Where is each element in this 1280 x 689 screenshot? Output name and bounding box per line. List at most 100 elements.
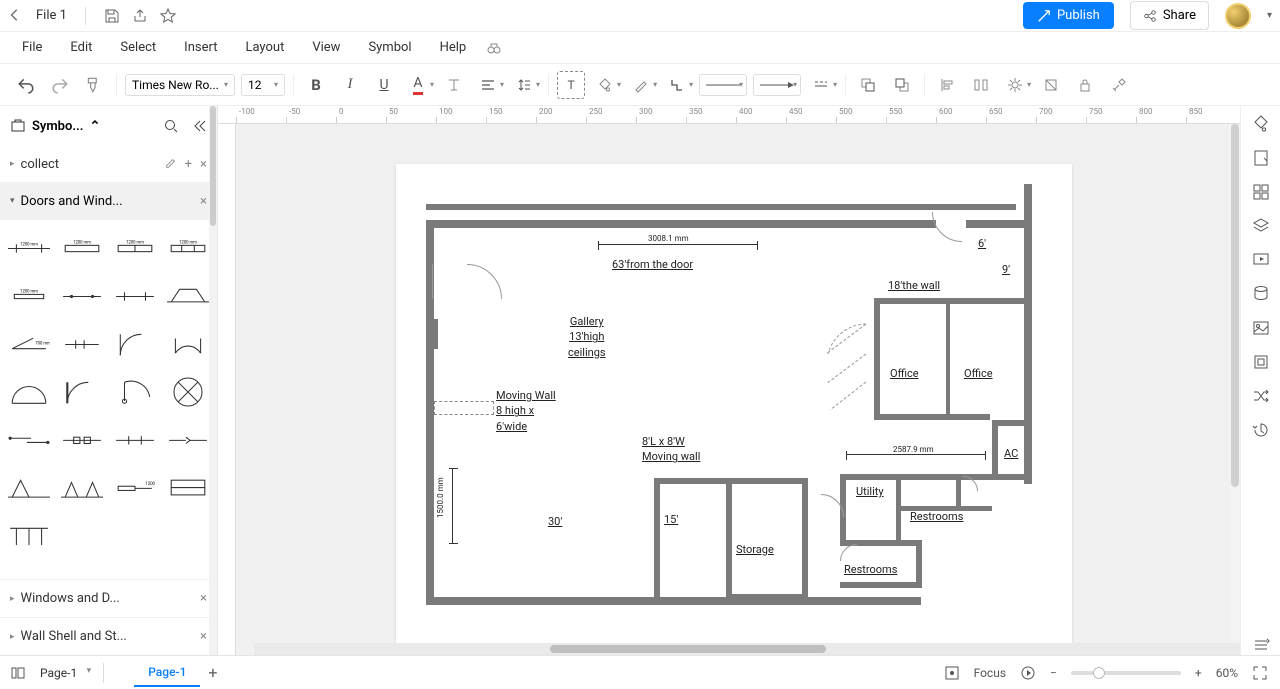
dimension-line[interactable] <box>846 454 986 455</box>
chevron-down-icon[interactable]: ▾ <box>689 80 693 89</box>
bold-button[interactable]: B <box>302 71 330 99</box>
door-arc[interactable] <box>432 264 502 334</box>
avatar[interactable] <box>1225 3 1251 29</box>
line-color-button[interactable] <box>627 71 655 99</box>
plus-icon[interactable]: + <box>185 157 192 172</box>
font-size-select[interactable]: 12▾ <box>241 74 285 96</box>
wall[interactable] <box>732 478 802 484</box>
symbol-door-label[interactable]: 700 mm <box>6 324 53 364</box>
wall[interactable] <box>956 478 961 508</box>
dashed-doors[interactable] <box>816 314 872 414</box>
label-15[interactable]: 15' <box>664 512 678 527</box>
label-restrooms-2[interactable]: Restrooms <box>844 562 897 577</box>
menu-symbol[interactable]: Symbol <box>354 34 425 61</box>
play-icon[interactable] <box>1020 665 1036 681</box>
zoom-slider[interactable] <box>1071 671 1181 675</box>
page-setup-icon[interactable] <box>1251 148 1271 168</box>
export-icon[interactable] <box>132 8 148 24</box>
wall[interactable] <box>732 594 808 600</box>
wall[interactable] <box>654 478 732 484</box>
share-button[interactable]: Share <box>1130 1 1209 30</box>
back-button[interactable] <box>8 8 24 24</box>
chevron-down-icon[interactable]: ▾ <box>430 80 434 89</box>
chevron-down-icon[interactable]: ▾ <box>1027 80 1031 89</box>
line-weight-select[interactable]: ▾ <box>699 74 747 96</box>
doors-windows-section[interactable]: ▾Doors and Wind... × <box>0 182 217 220</box>
door-arc[interactable] <box>932 182 992 242</box>
symbol-opening-2[interactable]: 1200 mm <box>59 228 106 268</box>
label-63[interactable]: 63'from the door <box>612 257 693 272</box>
focus-icon[interactable] <box>944 665 960 681</box>
canvas-h-scrollbar[interactable] <box>254 643 1240 655</box>
collapse-rail-icon[interactable] <box>1251 635 1271 655</box>
dimension-line[interactable] <box>452 468 453 544</box>
binoculars-icon[interactable] <box>486 40 502 56</box>
send-back-button[interactable] <box>854 71 882 99</box>
symbol-bifold-2[interactable] <box>59 468 106 508</box>
menu-file[interactable]: File <box>8 34 56 61</box>
wall[interactable] <box>802 478 808 600</box>
symbol-bifold-1[interactable] <box>6 468 53 508</box>
label-office-2[interactable]: Office <box>964 366 993 381</box>
chevron-down-icon[interactable]: ▾ <box>536 80 540 89</box>
wall[interactable] <box>426 597 921 605</box>
page-select[interactable]: Page-1 ▾ <box>34 663 95 683</box>
canvas[interactable]: 3008.1 mm 63'from the door 6' 9' 18'the … <box>236 124 1240 655</box>
menu-help[interactable]: Help <box>426 34 481 61</box>
wall[interactable] <box>916 540 922 588</box>
menu-layout[interactable]: Layout <box>231 34 298 61</box>
symbol-window-2[interactable] <box>59 276 106 316</box>
font-family-select[interactable]: Times New Ro...▾ <box>125 74 235 96</box>
wall[interactable] <box>426 220 936 228</box>
wall[interactable] <box>992 420 998 478</box>
panel-scrollbar[interactable] <box>209 106 217 655</box>
symbol-pocket-1[interactable]: 1200 mm <box>112 468 159 508</box>
bring-front-button[interactable] <box>888 71 916 99</box>
redo-button[interactable] <box>46 71 74 99</box>
symbol-opening-3[interactable]: 1200 mm <box>112 228 159 268</box>
windows-doors-section[interactable]: ▸Windows and D... × <box>0 579 217 617</box>
zoom-out-button[interactable]: − <box>1050 666 1057 680</box>
arrow-style-select[interactable]: ▾ <box>753 74 801 96</box>
lock-button[interactable] <box>1071 71 1099 99</box>
close-icon[interactable]: × <box>200 591 207 606</box>
wall[interactable] <box>1024 184 1032 484</box>
symbol-window-bay[interactable] <box>164 276 211 316</box>
wall[interactable] <box>654 478 660 600</box>
line-dash-button[interactable] <box>807 71 835 99</box>
menu-edit[interactable]: Edit <box>56 34 106 61</box>
door-arc[interactable] <box>948 476 978 506</box>
wall[interactable] <box>946 302 950 416</box>
data-icon[interactable] <box>1251 284 1271 304</box>
wall[interactable] <box>874 414 990 420</box>
close-icon[interactable]: × <box>200 629 207 644</box>
chevron-down-icon[interactable]: ▾ <box>653 80 657 89</box>
symbol-sliding-3[interactable] <box>112 420 159 460</box>
symbol-door-90[interactable] <box>59 372 106 412</box>
wall[interactable] <box>840 474 998 480</box>
symbol-sliding-2[interactable] <box>59 420 106 460</box>
symbol-triple-opening[interactable] <box>6 516 53 556</box>
dimension-line[interactable] <box>598 244 758 245</box>
symbol-window-3[interactable] <box>112 276 159 316</box>
image-icon[interactable] <box>1251 318 1271 338</box>
undo-button[interactable] <box>12 71 40 99</box>
fill-color-button[interactable] <box>591 71 619 99</box>
symbol-opening-1[interactable]: 1200 mm <box>6 228 53 268</box>
label-ac[interactable]: AC <box>1004 446 1018 461</box>
clear-format-button[interactable] <box>440 71 468 99</box>
wall[interactable] <box>840 582 922 588</box>
close-icon[interactable]: × <box>200 194 207 209</box>
shuffle-icon[interactable] <box>1251 386 1271 406</box>
layers-icon[interactable] <box>1251 216 1271 236</box>
save-icon[interactable] <box>104 8 120 24</box>
label-6[interactable]: 6' <box>978 236 986 251</box>
chevron-down-icon[interactable]: ▾ <box>833 80 837 89</box>
symbol-door-stop[interactable] <box>59 324 106 364</box>
format-painter-button[interactable] <box>80 71 108 99</box>
symbol-double-door-1[interactable] <box>6 372 53 412</box>
chevron-up-icon[interactable]: ⌃ <box>89 119 100 134</box>
symbol-door-arc-1[interactable] <box>112 324 159 364</box>
grid-icon[interactable] <box>1251 182 1271 202</box>
wall-shell-section[interactable]: ▸Wall Shell and St... × <box>0 617 217 655</box>
